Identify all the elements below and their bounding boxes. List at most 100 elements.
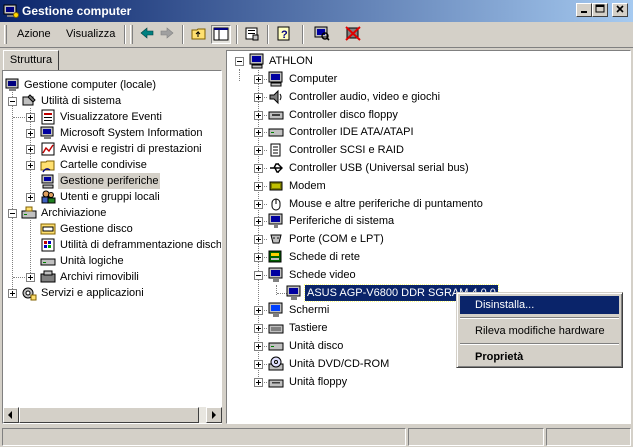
- tree-node-gestione-disco[interactable]: Gestione disco: [3, 221, 221, 237]
- device-category-label: Controller audio, video e giochi: [289, 90, 441, 103]
- device-category[interactable]: Controller USB (Universal serial bus): [227, 160, 630, 176]
- expand-toggle[interactable]: [254, 342, 263, 351]
- status-bar: [0, 426, 633, 447]
- device-category[interactable]: Schede video: [227, 267, 630, 283]
- expand-toggle[interactable]: [8, 289, 17, 298]
- tree-node-archivi-rimovibili[interactable]: Archivi rimovibili: [3, 269, 221, 285]
- menu-grip[interactable]: [4, 25, 7, 44]
- device-category[interactable]: Porte (COM e LPT): [227, 231, 630, 247]
- maximize-button[interactable]: [592, 3, 608, 17]
- device-category[interactable]: Computer: [227, 71, 630, 87]
- expand-toggle[interactable]: [254, 164, 263, 173]
- computer-icon: [249, 53, 264, 69]
- show-hide-tree-button[interactable]: [211, 25, 231, 44]
- collapse-toggle[interactable]: [8, 97, 17, 106]
- tree-node-label: Archivi rimovibili: [60, 271, 139, 283]
- services-icon: [22, 287, 37, 301]
- tree-node-gestione-periferiche[interactable]: Gestione periferiche: [3, 173, 221, 189]
- tree-node-utilita-sistema[interactable]: Utilità di sistema: [3, 93, 221, 109]
- close-button[interactable]: [612, 3, 628, 17]
- menu-item-proprieta[interactable]: Proprietà: [460, 348, 619, 366]
- tree-node-visualizzatore-eventi[interactable]: Visualizzatore Eventi: [3, 109, 221, 125]
- expand-toggle[interactable]: [254, 92, 263, 102]
- expand-toggle[interactable]: [254, 217, 263, 227]
- back-button[interactable]: [138, 25, 158, 44]
- menu-item-rileva-modifiche[interactable]: Rileva modifiche hardware: [460, 322, 619, 340]
- toolbar-grip[interactable]: [130, 25, 133, 44]
- device-category[interactable]: Controller audio, video e giochi: [227, 89, 630, 105]
- tab-struttura[interactable]: Struttura: [3, 50, 59, 70]
- device-category[interactable]: Periferiche di sistema: [227, 213, 630, 229]
- up-folder-icon: [191, 28, 206, 40]
- tree-node-unita-logiche[interactable]: Unità logiche: [3, 253, 221, 269]
- scroll-thumb[interactable]: [19, 407, 199, 423]
- system-devices-icon: [268, 213, 283, 229]
- performance-logs-icon: [41, 142, 55, 156]
- expand-toggle[interactable]: [254, 75, 263, 84]
- menu-azione[interactable]: Azione: [17, 28, 51, 40]
- toolbar-separator: [302, 25, 304, 44]
- tree-node-archiviazione[interactable]: Archiviazione: [3, 205, 221, 221]
- scroll-left-icon: [8, 411, 12, 419]
- expand-toggle[interactable]: [254, 324, 263, 334]
- expand-toggle[interactable]: [254, 128, 263, 138]
- expand-toggle[interactable]: [26, 129, 35, 138]
- properties-button[interactable]: [243, 25, 263, 44]
- device-category-label: Unità DVD/CD-ROM: [289, 357, 390, 370]
- device-category[interactable]: Controller SCSI e RAID: [227, 142, 630, 158]
- device-category[interactable]: Modem: [227, 178, 630, 194]
- expand-toggle[interactable]: [254, 306, 263, 316]
- collapse-toggle[interactable]: [254, 270, 263, 280]
- expand-toggle[interactable]: [26, 193, 35, 202]
- toolbar-separator: [236, 25, 238, 44]
- expand-toggle[interactable]: [254, 235, 263, 245]
- computer-management-icon: [3, 4, 19, 18]
- collapse-toggle[interactable]: [8, 209, 17, 218]
- expand-toggle[interactable]: [26, 145, 35, 154]
- expand-toggle[interactable]: [254, 377, 263, 387]
- expand-toggle[interactable]: [26, 161, 35, 170]
- scroll-left-button[interactable]: [3, 407, 19, 423]
- device-category[interactable]: Unità floppy: [227, 374, 630, 390]
- expand-toggle[interactable]: [254, 359, 263, 369]
- expand-toggle[interactable]: [254, 199, 263, 209]
- tree-node-deframmentazione[interactable]: Utilità di deframmentazione dischi: [3, 237, 221, 253]
- tree-node-utenti-gruppi[interactable]: Utenti e gruppi locali: [3, 189, 221, 205]
- minimize-button[interactable]: [576, 3, 592, 17]
- expand-toggle[interactable]: [254, 181, 263, 191]
- tree-node-root[interactable]: Gestione computer (locale): [3, 77, 221, 93]
- scroll-right-button[interactable]: [206, 407, 222, 423]
- disk-management-icon: [40, 223, 56, 235]
- forward-button[interactable]: [158, 25, 178, 44]
- device-root[interactable]: ATHLON: [227, 53, 630, 69]
- console-tree-pane[interactable]: Gestione computer (locale) Utilità di si…: [2, 70, 222, 424]
- device-category[interactable]: Controller disco floppy: [227, 107, 630, 123]
- tree-horizontal-scrollbar[interactable]: [3, 407, 222, 423]
- device-category[interactable]: Schede di rete: [227, 249, 630, 265]
- tree-node-label: Avvisi e registri di prestazioni: [60, 143, 202, 155]
- expand-toggle[interactable]: [254, 253, 263, 262]
- device-category[interactable]: Controller IDE ATA/ATAPI: [227, 124, 630, 140]
- scan-hardware-button[interactable]: [313, 25, 333, 44]
- up-level-button[interactable]: [190, 25, 210, 44]
- device-category-label: Controller SCSI e RAID: [289, 144, 404, 157]
- title-bar[interactable]: Gestione computer: [0, 0, 633, 22]
- scroll-right-icon: [212, 411, 216, 419]
- tree-node-system-information[interactable]: Microsoft System Information: [3, 125, 221, 141]
- device-category[interactable]: Mouse e altre periferiche di puntamento: [227, 196, 630, 212]
- expand-toggle[interactable]: [26, 113, 35, 122]
- disable-device-button[interactable]: [344, 25, 364, 44]
- tree-node-cartelle-condivise[interactable]: Cartelle condivise: [3, 157, 221, 173]
- audio-controller-icon: [269, 89, 282, 105]
- tree-node-avvisi-registri[interactable]: Avvisi e registri di prestazioni: [3, 141, 221, 157]
- collapse-toggle[interactable]: [235, 57, 244, 66]
- menu-item-disinstalla[interactable]: Disinstalla...: [460, 296, 619, 314]
- device-category-label: Porte (COM e LPT): [289, 233, 384, 246]
- tree-node-servizi-applicazioni[interactable]: Servizi e applicazioni: [3, 285, 221, 301]
- shared-folder-icon: [40, 160, 55, 173]
- help-button[interactable]: ?: [275, 25, 295, 44]
- expand-toggle[interactable]: [254, 110, 263, 120]
- menu-visualizza[interactable]: Visualizza: [66, 28, 115, 40]
- expand-toggle[interactable]: [254, 146, 263, 156]
- expand-toggle[interactable]: [26, 273, 35, 282]
